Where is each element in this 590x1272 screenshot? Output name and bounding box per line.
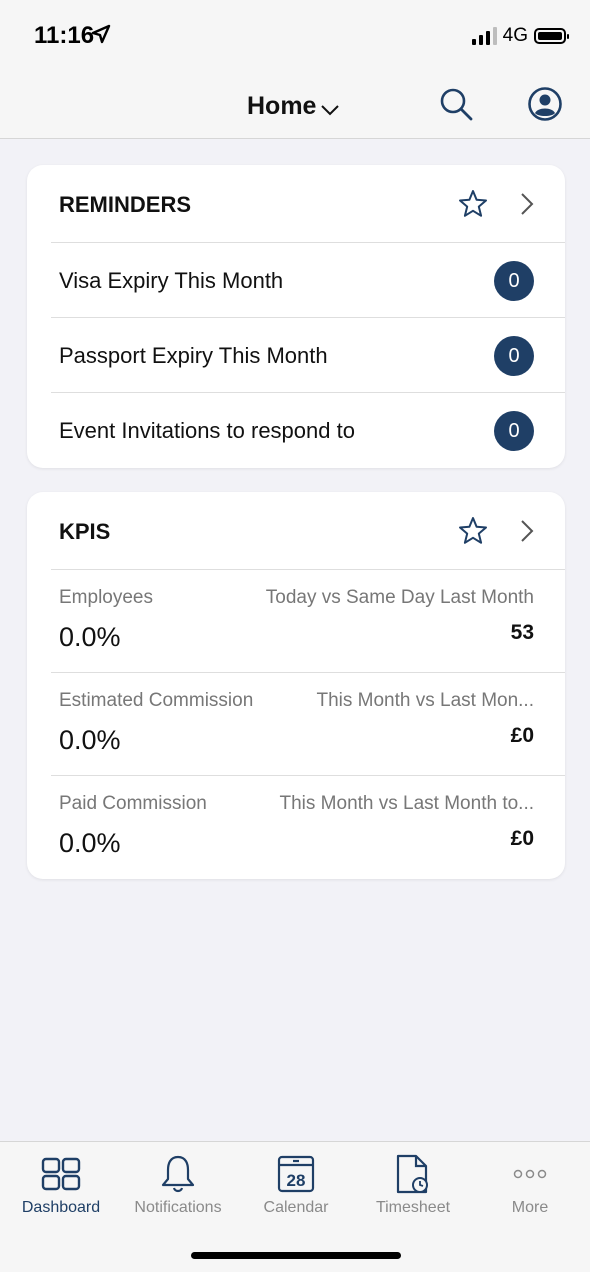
- kpi-value: 53: [510, 621, 534, 644]
- count-badge: 0: [494, 336, 534, 376]
- tab-label: More: [511, 1199, 549, 1216]
- battery-icon: [534, 28, 569, 44]
- kpi-row-estimated-commission[interactable]: Estimated Commission This Month vs Last …: [51, 673, 565, 776]
- search-button[interactable]: [438, 86, 474, 127]
- kpi-percent: 0.0%: [59, 828, 121, 858]
- location-arrow-icon: [91, 24, 111, 49]
- network-type: 4G: [502, 25, 528, 46]
- kpi-value: £0: [510, 827, 534, 850]
- tab-label: Dashboard: [21, 1199, 101, 1216]
- reminders-favorite-button[interactable]: [457, 188, 489, 225]
- kpi-name: Employees: [59, 587, 153, 608]
- kpi-row-paid-commission[interactable]: Paid Commission This Month vs Last Month…: [51, 776, 565, 879]
- dashboard-icon: [41, 1154, 81, 1194]
- tab-dashboard[interactable]: Dashboard: [2, 1142, 120, 1232]
- kpi-row-employees[interactable]: Employees Today vs Same Day Last Month 0…: [51, 570, 565, 673]
- reminder-row-passport[interactable]: Passport Expiry This Month 0: [51, 318, 565, 393]
- kpi-period: This Month vs Last Month to...: [279, 793, 535, 814]
- tab-label: Notifications: [134, 1199, 222, 1216]
- calendar-date: 28: [287, 1171, 306, 1190]
- kpi-period: Today vs Same Day Last Month: [265, 587, 534, 608]
- reminder-label: Passport Expiry This Month: [59, 343, 328, 368]
- home-indicator[interactable]: [191, 1252, 401, 1259]
- timesheet-icon: [395, 1154, 431, 1194]
- reminder-row-events[interactable]: Event Invitations to respond to 0: [51, 393, 565, 468]
- kpi-name: Estimated Commission: [59, 690, 254, 711]
- home-title-dropdown[interactable]: Home: [247, 90, 340, 123]
- kpi-percent: 0.0%: [59, 725, 121, 755]
- signal-icon: [471, 27, 497, 45]
- status-time: 11:16: [34, 22, 95, 49]
- kpis-open-button[interactable]: [519, 518, 535, 549]
- card-title: REMINDERS: [59, 192, 192, 217]
- chevron-right-icon: [521, 520, 534, 542]
- status-indicators: 4G: [471, 25, 569, 47]
- more-icon: [512, 1154, 548, 1194]
- chevron-right-icon: [521, 193, 534, 215]
- kpis-favorite-button[interactable]: [457, 515, 489, 552]
- star-icon: [459, 190, 487, 217]
- kpi-percent: 0.0%: [59, 622, 121, 652]
- reminder-row-visa[interactable]: Visa Expiry This Month 0: [51, 243, 565, 318]
- kpi-period: This Month vs Last Mon...: [316, 690, 534, 711]
- count-badge: 0: [494, 411, 534, 451]
- chevron-down-icon: [320, 94, 340, 123]
- profile-icon: [527, 87, 563, 126]
- reminders-header: REMINDERS: [51, 165, 565, 243]
- tab-bar: Dashboard Notifications 28 Calendar Time…: [0, 1141, 590, 1272]
- kpis-card: KPIS Employees Today vs Same Day Last Mo…: [27, 492, 565, 879]
- nav-bar: Home: [0, 70, 590, 139]
- page-title: Home: [247, 92, 317, 120]
- reminders-card: REMINDERS Visa Expiry This Month 0 Passp…: [27, 165, 565, 468]
- calendar-icon: 28: [276, 1154, 316, 1194]
- status-bar: 11:16 4G: [0, 0, 590, 70]
- card-title: KPIS: [59, 519, 111, 544]
- profile-button[interactable]: [527, 86, 563, 127]
- reminder-label: Visa Expiry This Month: [59, 268, 284, 293]
- count-badge: 0: [494, 261, 534, 301]
- reminder-label: Event Invitations to respond to: [59, 418, 355, 443]
- kpis-header: KPIS: [51, 492, 565, 570]
- star-icon: [459, 517, 487, 544]
- tab-timesheet[interactable]: Timesheet: [354, 1142, 472, 1232]
- tab-label: Calendar: [263, 1199, 329, 1216]
- tab-notifications[interactable]: Notifications: [119, 1142, 237, 1232]
- bell-icon: [159, 1154, 197, 1194]
- search-icon: [438, 88, 474, 126]
- tab-label: Timesheet: [375, 1199, 451, 1216]
- tab-more[interactable]: More: [471, 1142, 589, 1232]
- kpi-name: Paid Commission: [59, 793, 207, 814]
- tab-calendar[interactable]: 28 Calendar: [237, 1142, 355, 1232]
- kpi-value: £0: [510, 724, 534, 747]
- reminders-open-button[interactable]: [519, 191, 535, 222]
